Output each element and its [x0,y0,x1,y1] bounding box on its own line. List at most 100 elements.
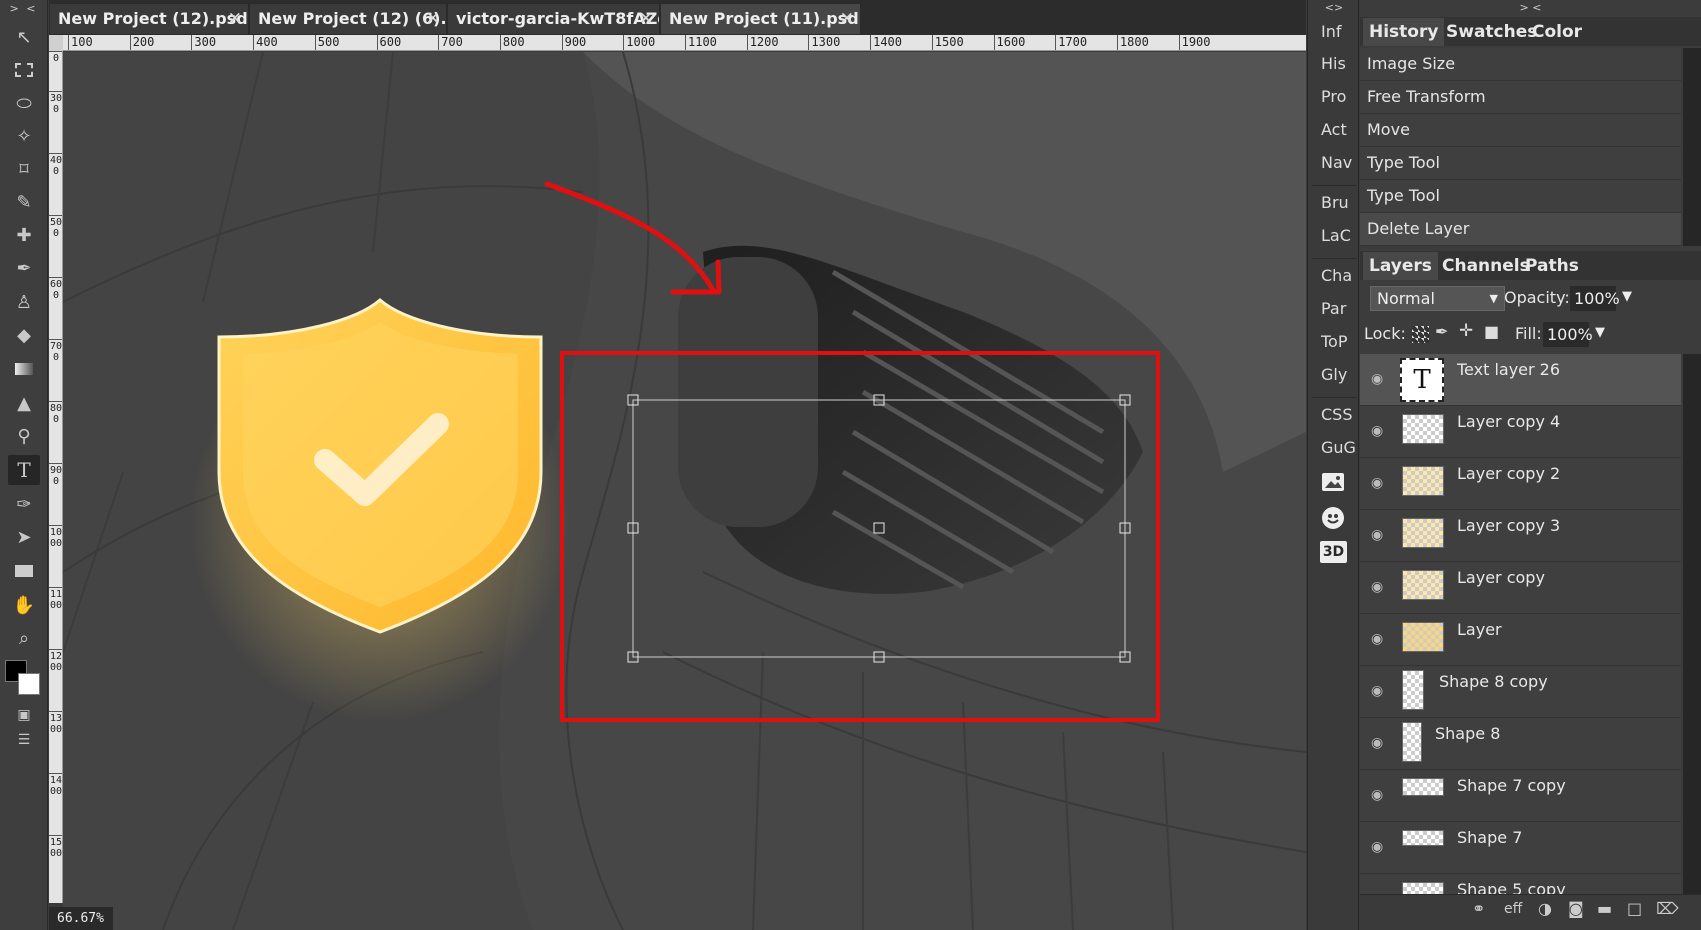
tab-history[interactable]: History [1363,18,1445,46]
document-tab[interactable]: victor-garcia-KwT8fAZq ✕ [447,3,660,35]
layer-row[interactable]: ◉ Layer [1360,614,1681,666]
pen-tool-icon[interactable]: ✑ [8,489,40,519]
zoom-level[interactable]: 66.67% [49,907,113,930]
mini-item-glyphs[interactable]: Gly [1308,365,1360,384]
dodge-tool-icon[interactable]: ⚲ [8,421,40,451]
crop-tool-icon[interactable]: ⌑ [8,154,40,184]
horizontal-ruler[interactable]: 100 200 300 400 500 600 700 800 900 1000 1100 1200 1… [63,35,1306,51]
history-item[interactable]: Type Tool [1360,180,1681,213]
canvas[interactable] [63,52,1306,930]
fill-input[interactable]: 100% [1543,322,1593,347]
lock-position-icon[interactable]: ✛ [1459,321,1473,341]
document-tab[interactable]: New Project (12).psd * ✕ [49,3,249,35]
eraser-tool-icon[interactable]: ◆ [8,320,40,350]
mask-icon[interactable]: ◙ [1568,899,1584,918]
lasso-tool-icon[interactable]: ⬭ [8,88,40,118]
close-icon[interactable]: ✕ [426,4,440,34]
healing-tool-icon[interactable]: ✚ [8,220,40,250]
eye-icon[interactable]: ◉ [1371,787,1389,805]
effects-button[interactable]: eff [1504,901,1522,917]
marquee-tool-icon[interactable] [8,55,40,85]
layer-row[interactable]: ◉ T Text layer 26 [1360,354,1681,406]
mini-item-properties[interactable]: Pro [1308,87,1360,106]
emoji-icon[interactable] [1322,507,1344,529]
mini-item-character[interactable]: Cha [1308,266,1360,285]
mini-item-guides[interactable]: GuG [1308,438,1360,457]
blend-mode-select[interactable]: Normal ▼ [1370,286,1505,311]
mini-item-tool-presets[interactable]: ToP [1308,332,1360,351]
opacity-dropdown-icon[interactable]: ▼ [1622,289,1632,304]
path-select-tool-icon[interactable]: ➤ [8,522,40,552]
layer-row[interactable]: ◉ Layer copy 4 [1360,406,1681,458]
stamp-tool-icon[interactable]: ♙ [8,287,40,317]
lock-brush-icon[interactable]: ✒ [1435,322,1448,341]
eye-icon[interactable]: ◉ [1371,527,1389,545]
history-item[interactable]: Free Transform [1360,81,1681,114]
link-icon[interactable]: ⚭ [1472,899,1485,918]
mini-item-css[interactable]: CSS [1308,405,1360,424]
new-layer-icon[interactable]: □ [1627,899,1642,918]
eye-icon[interactable]: ◉ [1371,631,1389,649]
history-item[interactable]: Type Tool [1360,147,1681,180]
eye-icon[interactable]: ◉ [1371,475,1389,493]
image-icon[interactable] [1322,473,1344,491]
adjustment-icon[interactable]: ◑ [1538,899,1552,918]
mini-item-info[interactable]: Inf [1308,22,1360,41]
history-item[interactable]: Image Size [1360,48,1681,81]
lock-all-icon[interactable]: ■ [1484,322,1499,341]
brush-tool-icon[interactable]: ✒ [8,253,40,283]
tab-layers[interactable]: Layers [1363,252,1438,280]
eyedropper-tool-icon[interactable]: ✎ [8,187,40,217]
layer-row[interactable]: ◉ Layer copy 3 [1360,510,1681,562]
3d-button[interactable]: 3D [1320,541,1347,563]
history-scrollbar[interactable] [1683,48,1701,246]
eye-icon[interactable]: ◉ [1371,683,1389,701]
type-tool-icon[interactable]: T [8,455,40,485]
zoom-tool-icon[interactable]: ⌕ [8,623,40,653]
tab-paths[interactable]: Paths [1519,252,1585,280]
close-icon[interactable]: ✕ [228,4,242,34]
fill-dropdown-icon[interactable]: ▼ [1595,325,1605,340]
background-color[interactable] [18,673,40,695]
eye-icon[interactable]: ◉ [1371,839,1389,857]
layer-row[interactable]: ◉ Shape 5 copy [1360,874,1681,894]
tab-color[interactable]: Color [1526,18,1588,46]
document-tab[interactable]: New Project (12) (6).p ✕ [249,3,447,35]
mini-panel-collapse[interactable]: <> [1308,0,1360,18]
lock-transparency-icon[interactable] [1412,326,1429,343]
eye-icon[interactable]: ◉ [1371,371,1389,389]
toolbar-collapse[interactable]: > < [0,0,47,18]
mini-item-brush[interactable]: Bru [1308,193,1360,212]
mini-item-layer-comps[interactable]: LaC [1308,226,1360,245]
opacity-input[interactable]: 100% [1570,286,1620,311]
history-item-current[interactable]: Delete Layer [1360,213,1681,246]
mini-item-actions[interactable]: Act [1308,120,1360,139]
document-tab-active[interactable]: New Project (11).psd * ✕ [660,3,861,35]
mini-item-navigator[interactable]: Nav [1308,153,1360,172]
mini-item-paragraph[interactable]: Par [1308,299,1360,318]
screen-mode-icon[interactable]: ☰ [8,725,40,755]
rectangle-tool-icon[interactable] [8,556,40,586]
trash-icon[interactable]: ⌦ [1656,899,1679,918]
folder-icon[interactable]: ▬ [1597,899,1612,918]
layer-row[interactable]: ◉ Layer copy 2 [1360,458,1681,510]
right-panel-collapse[interactable]: > < [1360,0,1701,17]
eye-icon[interactable]: ◉ [1371,579,1389,597]
layer-row[interactable]: ◉ Shape 7 copy [1360,770,1681,822]
eye-icon[interactable]: ◉ [1371,423,1389,441]
history-item[interactable]: Move [1360,114,1681,147]
move-tool-icon[interactable]: ↖ [8,22,40,52]
close-icon[interactable]: ✕ [840,4,854,34]
layer-row[interactable]: ◉ Shape 8 [1360,718,1681,770]
layer-row[interactable]: ◉ Shape 8 copy [1360,666,1681,718]
vertical-ruler[interactable]: 0 300 400 500 600 700 800 900 1000 1100 1200 1300 14… [49,51,63,903]
layer-row[interactable]: ◉ Layer copy [1360,562,1681,614]
close-icon[interactable]: ✕ [639,4,653,34]
mini-item-history[interactable]: His [1308,54,1360,73]
magic-wand-tool-icon[interactable]: ✧ [8,121,40,151]
blur-tool-icon[interactable]: ▲ [8,388,40,418]
layer-row[interactable]: ◉ Shape 7 [1360,822,1681,874]
hand-tool-icon[interactable]: ✋ [8,590,40,620]
eye-icon[interactable]: ◉ [1371,735,1389,753]
layers-scrollbar[interactable] [1683,354,1701,894]
